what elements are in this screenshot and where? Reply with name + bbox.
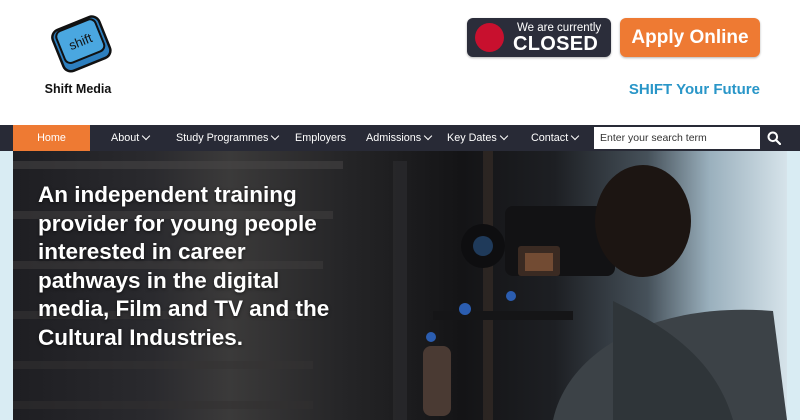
- hero-banner: An independent training provider for you…: [0, 151, 800, 420]
- site-header: shift Shift Media We are currently CLOSE…: [0, 0, 800, 125]
- nav-item-about[interactable]: About: [111, 125, 151, 151]
- nav-item-label: Employers: [295, 132, 347, 144]
- shift-key-icon: shift: [51, 15, 112, 73]
- chevron-down-icon: [499, 131, 509, 141]
- nav-item-admissions[interactable]: Admissions: [366, 125, 433, 151]
- nav-item-label: Home: [37, 132, 66, 144]
- apply-online-button[interactable]: Apply Online: [620, 18, 760, 57]
- nav-item-employers[interactable]: Employers: [295, 125, 346, 151]
- nav-item-label: Admissions: [366, 132, 422, 144]
- nav-item-label: Contact: [531, 132, 569, 144]
- status-dot-icon: [475, 23, 504, 52]
- camera-operator: [553, 165, 787, 420]
- chevron-down-icon: [271, 131, 280, 141]
- nav-item-label: Key Dates: [447, 132, 497, 144]
- hero-headline: An independent training provider for you…: [38, 182, 330, 350]
- search-input[interactable]: [594, 127, 760, 149]
- status-line2: CLOSED: [513, 33, 599, 55]
- brand-name: Shift Media: [44, 82, 112, 96]
- chevron-down-icon: [570, 131, 580, 141]
- site-logo[interactable]: shift Shift Media: [38, 12, 118, 102]
- search-button[interactable]: [760, 125, 788, 151]
- nav-item-label: Study Programmes: [176, 132, 269, 144]
- nav-item-label: About: [111, 132, 140, 144]
- nav-item-key-dates[interactable]: Key Dates: [447, 125, 509, 151]
- search-icon: [767, 131, 781, 145]
- tagline: SHIFT Your Future: [628, 81, 760, 98]
- chevron-down-icon: [141, 131, 151, 141]
- chevron-down-icon: [423, 131, 433, 141]
- status-indicator: We are currently CLOSED: [467, 18, 611, 57]
- nav-item-contact[interactable]: Contact: [531, 125, 580, 151]
- nav-item-study-programmes[interactable]: Study Programmes: [176, 125, 280, 151]
- nav-item-home[interactable]: Home: [13, 125, 90, 151]
